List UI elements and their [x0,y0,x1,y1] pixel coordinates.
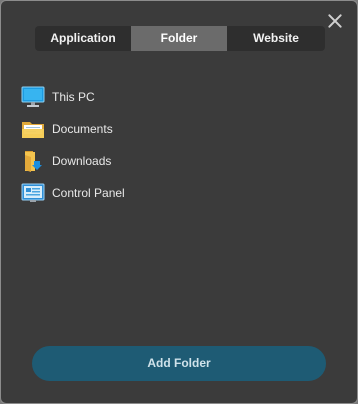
downloads-folder-icon [21,149,45,173]
folder-list: This PC Documents Downloads Control Pane… [21,81,341,209]
tab-folder[interactable]: Folder [131,26,227,51]
folder-item-downloads[interactable]: Downloads [21,145,341,177]
control-panel-icon [21,181,45,205]
folder-item-this-pc[interactable]: This PC [21,81,341,113]
folder-item-label: This PC [52,90,95,104]
monitor-icon [21,85,45,109]
add-item-dialog: Application Folder Website This PC Docum… [0,0,358,404]
folder-item-documents[interactable]: Documents [21,113,341,145]
tab-application[interactable]: Application [35,26,131,51]
tab-bar: Application Folder Website [35,26,325,51]
tab-website[interactable]: Website [227,26,325,51]
add-folder-button[interactable]: Add Folder [32,346,326,381]
folder-item-label: Control Panel [52,186,125,200]
folder-item-label: Downloads [52,154,112,168]
close-icon[interactable] [325,11,345,31]
folder-item-control-panel[interactable]: Control Panel [21,177,341,209]
folder-icon [21,117,45,141]
folder-item-label: Documents [52,122,113,136]
